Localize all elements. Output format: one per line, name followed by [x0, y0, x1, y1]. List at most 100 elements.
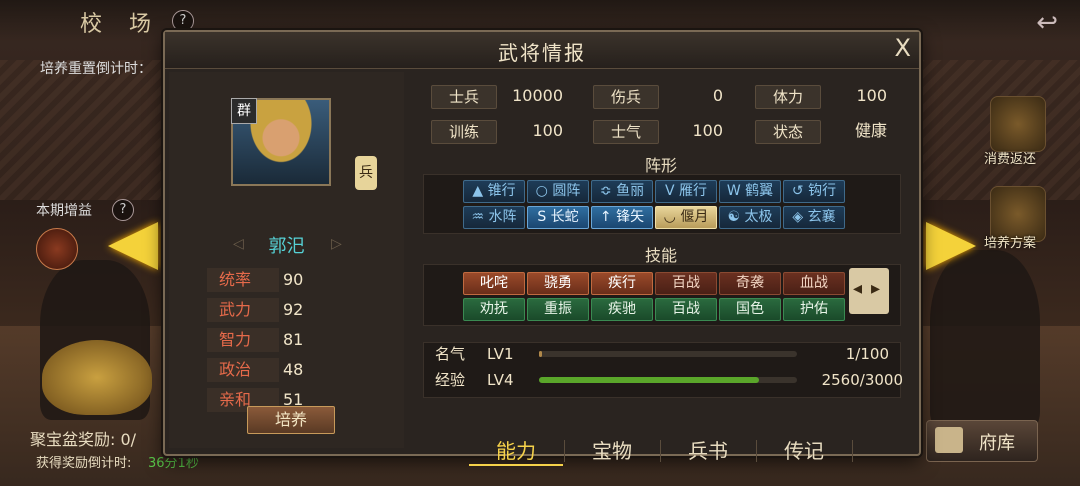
info-label: 伤兵: [593, 85, 659, 109]
formation-icon: ◡: [663, 209, 681, 225]
reset-countdown: 培养重置倒计时：: [40, 61, 152, 77]
formation-label: 玄襄: [807, 209, 836, 225]
period-bonus-label: 本期增益: [36, 203, 92, 219]
stat-row: 智力 81: [207, 328, 357, 352]
page-right-icon[interactable]: ▸: [871, 278, 880, 299]
next-general-arrow-icon[interactable]: [926, 222, 976, 270]
stat-label: 智力: [207, 328, 279, 352]
stat-label: 政治: [207, 358, 279, 382]
prev-general-arrow-icon[interactable]: [108, 222, 158, 270]
formation-label: 鹤翼: [745, 183, 774, 199]
formation-icon: ○: [535, 183, 553, 199]
skill-button[interactable]: 血战: [783, 272, 845, 295]
rebate-icon[interactable]: [990, 96, 1046, 152]
exp-label: 经验: [435, 371, 466, 389]
formation-label: 钩行: [808, 183, 837, 199]
formation-icon: S: [537, 209, 551, 225]
formation-icon: ↑: [599, 209, 617, 225]
formation-label: 雁行: [679, 183, 708, 199]
modal-title: 武将情报: [498, 41, 586, 65]
rebate-label[interactable]: 消费返还: [984, 148, 1036, 167]
info-value: 10000: [512, 86, 563, 105]
treasury-icon: [935, 427, 963, 453]
faction-badge: 群: [231, 98, 257, 124]
cultivate-button[interactable]: 培养: [247, 406, 335, 434]
formation-icon: ≎: [599, 183, 617, 199]
formation-button[interactable]: ≎ 鱼丽: [591, 180, 653, 203]
skill-button[interactable]: 疾驰: [591, 298, 653, 321]
back-arrow-icon[interactable]: ↩: [1036, 8, 1058, 38]
formation-title: 阵形: [644, 156, 677, 175]
tab-treasure[interactable]: 宝物: [565, 436, 659, 466]
treasury-label: 府库: [979, 433, 1015, 454]
bonus-help-button[interactable]: ?: [112, 199, 134, 221]
fame-value: 1/100: [845, 345, 889, 363]
formation-button[interactable]: ☯ 太极: [719, 206, 781, 229]
info-value: 0: [712, 86, 723, 105]
skill-page-arrows[interactable]: ◂ ▸: [849, 268, 889, 314]
formation-icon: ▲: [472, 183, 488, 199]
info-value: 100: [532, 121, 563, 140]
active-tab-underline: [469, 464, 563, 466]
info-label: 体力: [755, 85, 821, 109]
formation-label: 水阵: [488, 209, 517, 225]
reward-countdown-label: 获得奖励倒计时:: [36, 456, 132, 471]
stat-value: 92: [283, 300, 304, 319]
skill-button[interactable]: 劝抚: [463, 298, 525, 321]
help-button[interactable]: ?: [172, 10, 194, 32]
fame-row: 名气 LV1 1/100: [423, 342, 899, 366]
tab-ability[interactable]: 能力: [469, 436, 563, 466]
fame-label: 名气: [435, 345, 466, 363]
formation-button[interactable]: S 长蛇: [527, 206, 589, 229]
exp-value: 2560/3000: [821, 371, 903, 389]
formation-label: 锥行: [487, 183, 516, 199]
treasure-reward: 聚宝盆奖励: 0/: [30, 430, 137, 449]
skill-button[interactable]: 重振: [527, 298, 589, 321]
name-deco-right-icon: ▷: [331, 236, 342, 252]
formation-icon: ◈: [792, 209, 808, 225]
skill-button[interactable]: 百战: [655, 298, 717, 321]
skill-button[interactable]: 叱咤: [463, 272, 525, 295]
formation-button[interactable]: W 鹤翼: [719, 180, 781, 203]
soldier-figure: [930, 250, 1040, 430]
bonus-icon[interactable]: [36, 228, 78, 270]
formation-icon: ♒: [471, 209, 489, 225]
tab-military-book[interactable]: 兵书: [661, 436, 755, 466]
skill-button[interactable]: 百战: [655, 272, 717, 295]
fame-level: LV1: [487, 345, 514, 363]
fame-bar-fill: [539, 351, 542, 357]
formation-button[interactable]: ♒ 水阵: [463, 206, 525, 229]
info-value: 100: [856, 86, 887, 105]
formation-button[interactable]: ◡ 偃月: [655, 206, 717, 229]
formation-label: 圆阵: [552, 183, 581, 199]
close-icon[interactable]: X: [895, 34, 911, 62]
formation-button[interactable]: ▲ 锥行: [463, 180, 525, 203]
formation-button[interactable]: V 雁行: [655, 180, 717, 203]
troop-type-badge: 兵: [355, 156, 377, 190]
skill-button[interactable]: 护佑: [783, 298, 845, 321]
skill-button[interactable]: 骁勇: [527, 272, 589, 295]
detail-panel: 士兵 10000 伤兵 0 体力 100 训练 100 士气 100 状态 健康…: [411, 72, 911, 466]
info-label: 士气: [593, 120, 659, 144]
formation-icon: W: [726, 183, 746, 199]
formation-button[interactable]: ○ 圆阵: [527, 180, 589, 203]
page-left-icon[interactable]: ◂: [853, 278, 862, 299]
formation-label: 太极: [744, 209, 773, 225]
info-value: 健康: [854, 121, 887, 140]
tab-separator: [852, 440, 853, 462]
formation-button[interactable]: ◈ 玄襄: [783, 206, 845, 229]
treasury-button[interactable]: 府库: [926, 420, 1038, 462]
tab-biography[interactable]: 传记: [757, 436, 851, 466]
fame-bar: [539, 351, 797, 357]
info-label: 状态: [755, 120, 821, 144]
skill-button[interactable]: 奇袭: [719, 272, 781, 295]
formation-button[interactable]: ↑ 锋矢: [591, 206, 653, 229]
skill-button[interactable]: 国色: [719, 298, 781, 321]
formation-button[interactable]: ↺ 钩行: [783, 180, 845, 203]
skill-button[interactable]: 疾行: [591, 272, 653, 295]
stat-value: 81: [283, 330, 304, 349]
formation-label: 锋矢: [616, 209, 645, 225]
treasure-bowl-icon[interactable]: [42, 340, 152, 415]
general-info-modal: 武将情报 X 群 兵 ◁ 郭汜 ▷ 统率 90 武力 92 智力 81 政治 4…: [163, 30, 921, 466]
plan-label[interactable]: 培养方案: [984, 232, 1036, 251]
